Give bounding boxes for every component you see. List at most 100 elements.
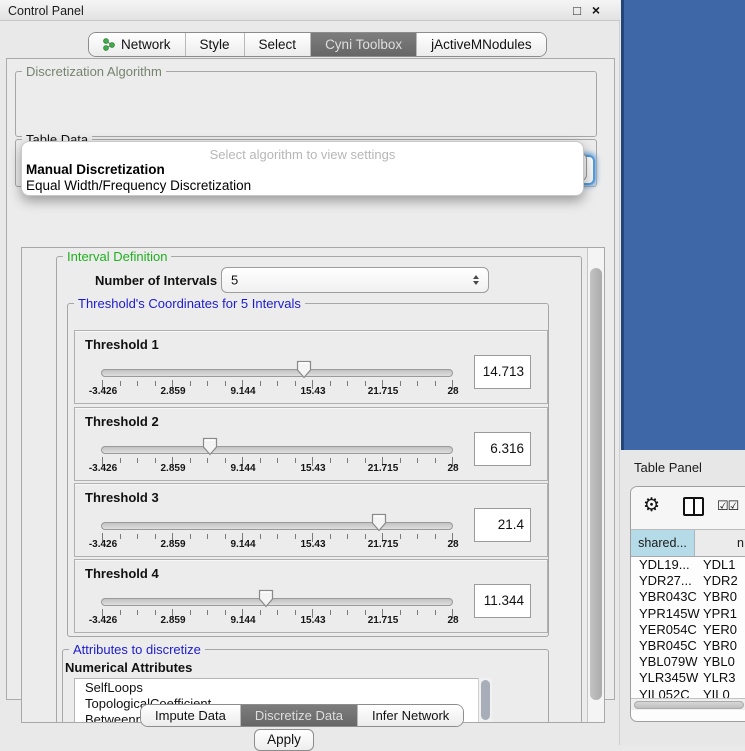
slider-handle[interactable] <box>371 513 388 532</box>
float-window-icon[interactable]: □ <box>570 3 584 18</box>
scrollbar-thumb[interactable] <box>634 701 744 709</box>
slider-handle-glyph <box>202 437 219 456</box>
app-root: Control Panel □ × NetworkStyleSelectCyni… <box>0 0 745 745</box>
tick-label: 15.43 <box>288 386 338 397</box>
select-columns-checkboxes-icon[interactable]: ☑☑ <box>717 498 738 514</box>
threshold-slider-track[interactable] <box>101 446 453 454</box>
algorithm-popup-hint: Select algorithm to view settings <box>22 147 583 162</box>
attributes-list-scrollbar[interactable] <box>478 678 492 723</box>
table-row[interactable]: YBL079WYBL0 <box>631 654 745 670</box>
algorithm-dropdown-popup: Select algorithm to view settings Manual… <box>21 141 584 196</box>
threshold-slider-track[interactable] <box>101 522 453 530</box>
tick-label: 2.859 <box>148 539 198 550</box>
threshold-label: Threshold 2 <box>85 414 159 429</box>
number-of-intervals-combobox[interactable]: 5 <box>221 267 489 293</box>
threshold-value-field[interactable]: 11.344 <box>474 584 531 618</box>
table-row[interactable]: YBR045CYBR0 <box>631 638 745 654</box>
tick-label: 15.43 <box>288 615 338 626</box>
table-row[interactable]: YER054CYER0 <box>631 622 745 638</box>
tab-style[interactable]: Style <box>185 33 244 56</box>
tick-mark <box>207 381 208 386</box>
tab-impute-data[interactable]: Impute Data <box>141 705 240 726</box>
algorithm-popup-item[interactable]: Manual Discretization <box>26 162 165 177</box>
tick-mark <box>347 610 348 615</box>
tab-select[interactable]: Select <box>244 33 311 56</box>
discretization-algorithm-group: Discretization Algorithm <box>15 71 597 137</box>
control-panel-title: Control Panel <box>8 4 84 18</box>
threshold-slider-track[interactable] <box>101 369 453 377</box>
table-cell: YLR345W <box>631 670 695 686</box>
threshold-value-field[interactable]: 21.4 <box>474 508 531 542</box>
threshold-value-field[interactable]: 6.316 <box>474 432 531 466</box>
table-cell: YBR045C <box>631 638 695 654</box>
attributes-group-title: Attributes to discretize <box>69 642 205 657</box>
table-cell: YIL052C <box>631 687 695 699</box>
tick-mark <box>347 458 348 463</box>
split-columns-icon[interactable] <box>683 497 704 516</box>
tick-mark <box>417 610 418 615</box>
tick-mark <box>207 534 208 539</box>
slider-handle[interactable] <box>202 437 219 456</box>
tab-jactivemnodules[interactable]: jActiveMNodules <box>416 33 546 56</box>
close-icon[interactable]: × <box>589 2 603 18</box>
tick-label: 21.715 <box>358 463 408 474</box>
table-cell: YDL1 <box>695 557 745 573</box>
table-row[interactable]: YDL19...YDL1 <box>631 557 745 573</box>
number-of-intervals-label: Number of Intervals <box>95 273 217 288</box>
algorithm-popup-item[interactable]: Equal Width/Frequency Discretization <box>26 178 251 193</box>
tick-mark <box>277 381 278 386</box>
threshold-panel: Threshold 1-3.4262.8599.14415.4321.71528… <box>74 330 548 404</box>
gear-icon[interactable]: ⚙ <box>643 494 660 517</box>
thresholds-group: Threshold's Coordinates for 5 Intervals … <box>67 303 549 637</box>
tick-label: 28 <box>428 386 478 397</box>
slider-handle-glyph <box>296 360 313 379</box>
tab-infer-network[interactable]: Infer Network <box>357 705 463 726</box>
threshold-value-field[interactable]: 14.713 <box>474 355 531 389</box>
table-row[interactable]: YLR345WYLR3 <box>631 670 745 686</box>
tick-label: 15.43 <box>288 539 338 550</box>
number-of-intervals-value: 5 <box>231 273 238 288</box>
table-cell: YBR0 <box>695 589 745 605</box>
tab-discretize-data[interactable]: Discretize Data <box>240 705 357 726</box>
tick-label: -3.426 <box>78 386 128 397</box>
table-cell: YDR27... <box>631 573 695 589</box>
tick-label: 28 <box>428 539 478 550</box>
tick-mark <box>137 381 138 386</box>
threshold-panel: Threshold 3-3.4262.8599.14415.4321.71528… <box>74 483 548 557</box>
attribute-list-item[interactable]: SelfLoops <box>75 679 491 695</box>
table-row[interactable]: YBR043CYBR0 <box>631 589 745 605</box>
tick-label: 21.715 <box>358 539 408 550</box>
table-horizontal-scrollbar[interactable] <box>631 698 745 710</box>
tick-mark <box>347 534 348 539</box>
settings-scrollpane: Interval Definition Number of Intervals … <box>21 247 605 723</box>
table-column-header[interactable]: shared... <box>631 530 695 556</box>
table-cell: YBR043C <box>631 589 695 605</box>
table-column-header[interactable]: n <box>695 530 745 556</box>
discretization-algorithm-group-title: Discretization Algorithm <box>22 64 166 79</box>
table-cell: YDR2 <box>695 573 745 589</box>
threshold-slider-track[interactable] <box>101 598 453 606</box>
tick-mark <box>277 534 278 539</box>
scrollbar-thumb[interactable] <box>590 268 602 700</box>
tab-network[interactable]: Network <box>89 33 185 56</box>
control-panel-window: Control Panel □ × NetworkStyleSelectCyni… <box>0 0 620 745</box>
table-row[interactable]: YPR145WYPR1 <box>631 606 745 622</box>
table-row[interactable]: YIL052CYIL0 <box>631 687 745 699</box>
slider-handle-glyph <box>371 513 388 532</box>
apply-button[interactable]: Apply <box>254 729 314 751</box>
tick-label: 9.144 <box>218 463 268 474</box>
tick-label: 21.715 <box>358 386 408 397</box>
tick-label: -3.426 <box>78 463 128 474</box>
threshold-panel: Threshold 2-3.4262.8599.14415.4321.71528… <box>74 407 548 481</box>
settings-vertical-scrollbar[interactable] <box>587 248 604 722</box>
table-row[interactable]: YDR27...YDR2 <box>631 573 745 589</box>
tab-cyni-toolbox[interactable]: Cyni Toolbox <box>310 33 416 56</box>
thresholds-group-title: Threshold's Coordinates for 5 Intervals <box>74 296 305 311</box>
table-rows: YDL19...YDL1YDR27...YDR2YBR043CYBR0YPR14… <box>631 557 745 698</box>
network-window-frame: GAL80GAL11GAL4GCY1HAP2GCH <box>621 0 745 450</box>
threshold-label: Threshold 1 <box>85 337 159 352</box>
slider-handle[interactable] <box>296 360 313 379</box>
slider-handle-glyph <box>258 589 275 608</box>
tick-label: 2.859 <box>148 463 198 474</box>
slider-handle[interactable] <box>258 589 275 608</box>
